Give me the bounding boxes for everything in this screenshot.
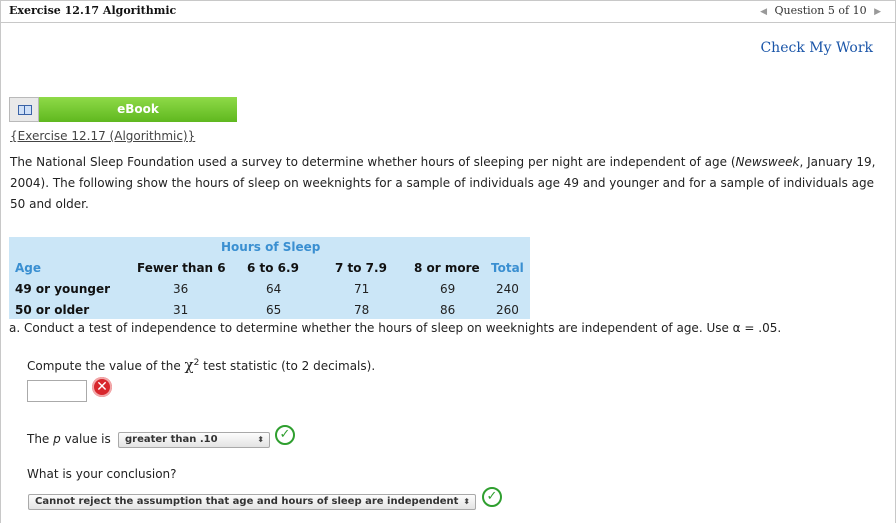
table-row-header: Age	[15, 261, 42, 275]
chi-square-input[interactable]	[27, 380, 87, 402]
table-cell: 69	[440, 282, 456, 296]
table-cell: 86	[440, 303, 456, 317]
table-cell: 78	[354, 303, 370, 317]
table-group-header: Hours of Sleep	[221, 240, 321, 254]
table-col-header-total: Total	[491, 261, 524, 275]
p-value-question: The p value is	[27, 432, 111, 446]
source-citation: Newsweek	[735, 155, 800, 169]
question-counter: Question 5 of 10	[774, 4, 867, 17]
updown-caret-icon: ⬍	[463, 497, 470, 506]
assignment-title: Exercise 12.17 Algorithmic	[9, 4, 177, 17]
table-cell: 71	[354, 282, 370, 296]
exercise-link[interactable]: {Exercise 12.17 (Algorithmic)}	[10, 129, 195, 143]
updown-caret-icon: ⬍	[257, 435, 264, 444]
table-col-header: 6 to 6.9	[247, 261, 299, 275]
table-col-header: Fewer than 6	[137, 261, 226, 275]
table-col-header: 8 or more	[414, 261, 480, 275]
checkmark-icon: ✓	[275, 425, 295, 445]
table-row-label: 50 or older	[15, 303, 90, 317]
book-icon	[9, 97, 39, 122]
table-cell: 36	[173, 282, 189, 296]
ebook-label: eBook	[39, 97, 237, 122]
conclusion-question: What is your conclusion?	[27, 467, 177, 481]
contingency-table: Hours of Sleep Age Fewer than 6 6 to 6.9…	[9, 237, 530, 319]
table-row-label: 49 or younger	[15, 282, 111, 296]
next-question-icon[interactable]: ▶	[874, 7, 881, 17]
prev-question-icon[interactable]: ◀	[760, 7, 767, 17]
x-mark-icon: ✕	[92, 377, 112, 397]
table-cell: 64	[266, 282, 282, 296]
top-bar: Exercise 12.17 Algorithmic ◀ Question 5 …	[0, 0, 896, 23]
table-cell: 260	[496, 303, 519, 317]
question-navigator: ◀ Question 5 of 10 ▶	[756, 4, 885, 17]
table-cell: 65	[266, 303, 282, 317]
table-col-header: 7 to 7.9	[335, 261, 387, 275]
table-cell: 31	[173, 303, 189, 317]
p-value-select[interactable]: greater than .10 ⬍	[118, 432, 270, 448]
part-a-prompt: a. Conduct a test of independence to det…	[9, 321, 782, 335]
chi-square-question: Compute the value of the χ2 test statist…	[27, 356, 376, 374]
problem-intro: The National Sleep Foundation used a sur…	[10, 155, 876, 211]
conclusion-select[interactable]: Cannot reject the assumption that age an…	[28, 494, 476, 510]
chi-symbol: χ	[184, 356, 194, 374]
checkmark-icon: ✓	[482, 487, 502, 507]
check-my-work-link[interactable]: Check My Work	[760, 40, 873, 56]
ebook-button[interactable]: eBook	[9, 97, 237, 122]
table-cell: 240	[496, 282, 519, 296]
